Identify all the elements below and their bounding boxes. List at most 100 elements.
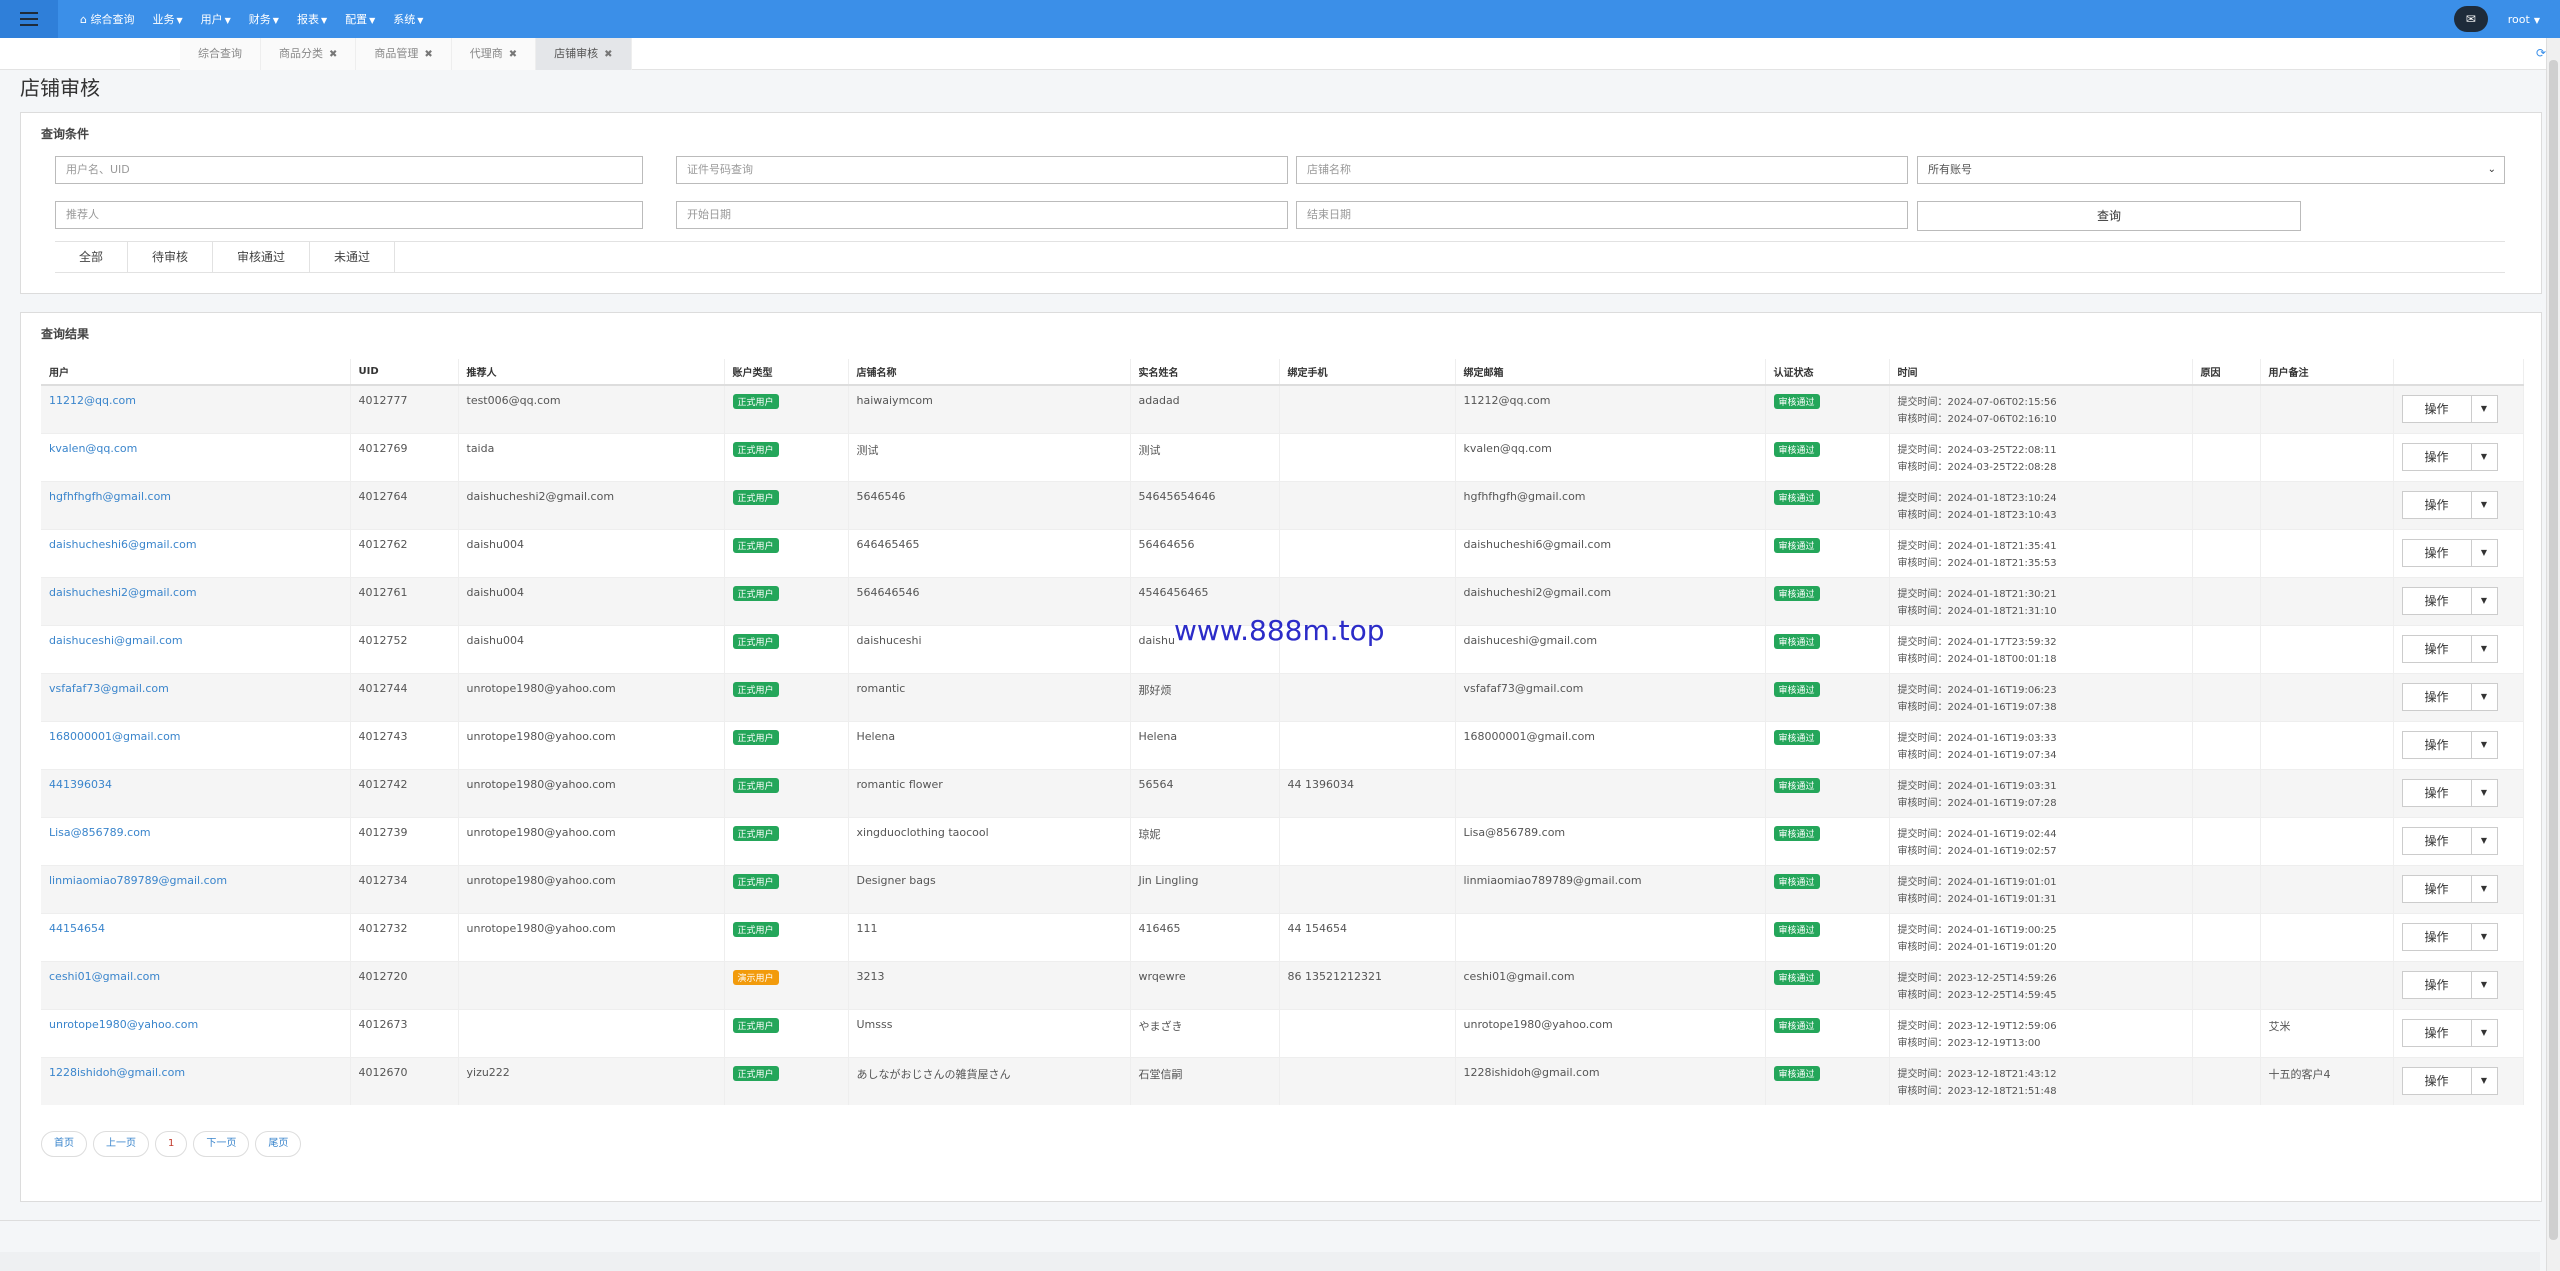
chat-icon[interactable]: ✉ — [2453, 6, 2488, 32]
menu-toggle-button[interactable] — [0, 0, 58, 38]
operation-cell: 操作 ▼ — [2393, 1008, 2524, 1057]
nav-item-6[interactable]: 系统 ▼ — [393, 11, 423, 27]
operation-button[interactable]: 操作 — [2401, 395, 2472, 423]
last-page-button[interactable]: 尾页 — [255, 1131, 302, 1157]
status-tab-3[interactable]: 未通过 — [310, 242, 396, 272]
nav-item-0[interactable]: ⌂ 综合查询 — [80, 11, 134, 27]
operation-button[interactable]: 操作 — [2401, 970, 2472, 999]
real-name-cell: Jin Lingling — [1130, 864, 1280, 913]
chevron-down-icon[interactable]: ▼ — [2471, 538, 2498, 567]
close-icon[interactable]: ✖ — [509, 49, 517, 60]
shop-name-input[interactable]: 店铺名称 — [1296, 156, 1908, 184]
user-link[interactable]: daishucheshi2@gmail.com — [41, 576, 351, 625]
chevron-down-icon[interactable]: ▼ — [2471, 490, 2498, 519]
nav-item-2[interactable]: 用户 ▼ — [201, 11, 231, 27]
first-page-button[interactable]: 首页 — [41, 1131, 87, 1157]
user-link[interactable]: unrotope1980@yahoo.com — [41, 1008, 351, 1057]
operation-button[interactable]: 操作 — [2401, 730, 2472, 759]
status-tab-1[interactable]: 待审核 — [128, 242, 214, 272]
tab-0[interactable]: 综合查询 — [180, 38, 261, 70]
user-search-input[interactable]: 用户名、UID — [55, 156, 643, 184]
chevron-down-icon[interactable]: ▼ — [2471, 442, 2498, 471]
operation-button[interactable]: 操作 — [2401, 490, 2472, 519]
user-link[interactable]: 441396034 — [41, 768, 351, 817]
user-link[interactable]: linmiaomiao789789@gmail.com — [41, 864, 351, 913]
chevron-down-icon[interactable]: ▼ — [2471, 395, 2498, 423]
operation-button[interactable]: 操作 — [2401, 538, 2472, 567]
main-menu: ⌂ 综合查询 业务 ▼ 用户 ▼ 财务 ▼ 报表 ▼ 配置 ▼ 系统 ▼ — [80, 11, 441, 27]
user-link[interactable]: ceshi01@gmail.com — [41, 960, 351, 1009]
page-scrollbar[interactable] — [2546, 38, 2560, 1271]
start-date-input[interactable]: 开始日期 — [676, 201, 1288, 229]
tab-4[interactable]: 店铺审核 ✖ — [536, 38, 632, 70]
chevron-down-icon[interactable]: ▼ — [2471, 970, 2498, 999]
search-button[interactable]: 查询 — [1917, 201, 2301, 231]
status-tab-0[interactable]: 全部 — [55, 242, 129, 272]
chevron-down-icon[interactable]: ▼ — [2471, 826, 2498, 855]
user-menu[interactable]: root ▼ — [2508, 13, 2540, 26]
operation-button[interactable]: 操作 — [2401, 634, 2472, 663]
scrollbar-thumb[interactable] — [2549, 60, 2558, 1240]
chevron-down-icon[interactable]: ▼ — [2471, 922, 2498, 951]
user-link[interactable]: 168000001@gmail.com — [41, 720, 351, 769]
close-icon[interactable]: ✖ — [604, 49, 612, 60]
chevron-down-icon[interactable]: ▼ — [2471, 1018, 2498, 1047]
user-link[interactable]: 11212@qq.com — [41, 384, 351, 433]
close-icon[interactable]: ✖ — [329, 49, 337, 60]
account-type-value: 所有账号 — [1928, 163, 1972, 176]
prev-page-button[interactable]: 上一页 — [93, 1131, 149, 1157]
current-page-button[interactable]: 1 — [155, 1131, 188, 1157]
tab-2[interactable]: 商品管理 ✖ — [356, 38, 452, 70]
user-link[interactable]: daishucheshi6@gmail.com — [41, 528, 351, 577]
chevron-down-icon[interactable]: ▼ — [2471, 1066, 2498, 1095]
status-badge: 审核通过 — [1773, 489, 1820, 505]
tab-1[interactable]: 商品分类 ✖ — [261, 38, 357, 70]
user-link[interactable]: Lisa@856789.com — [41, 816, 351, 865]
submit-time-label: 提交时间： — [1897, 924, 1948, 936]
operation-button[interactable]: 操作 — [2401, 1018, 2472, 1047]
operation-button[interactable]: 操作 — [2401, 778, 2472, 807]
chevron-down-icon[interactable]: ▼ — [2471, 634, 2498, 663]
tab-3[interactable]: 代理商 ✖ — [451, 38, 537, 70]
account-type-select[interactable]: 所有账号 ⌄ — [1917, 156, 2505, 184]
operation-button[interactable]: 操作 — [2401, 826, 2472, 855]
reason-cell — [2192, 528, 2261, 577]
user-link[interactable]: kvalen@qq.com — [41, 432, 351, 481]
operation-button[interactable]: 操作 — [2401, 874, 2472, 903]
referrer-cell: unrotope1980@yahoo.com — [458, 768, 725, 817]
chevron-down-icon[interactable]: ▼ — [2471, 874, 2498, 903]
operation-button[interactable]: 操作 — [2401, 922, 2472, 951]
close-icon[interactable]: ✖ — [424, 49, 432, 60]
next-page-button[interactable]: 下一页 — [193, 1131, 250, 1157]
pagination: 首页 上一页 1 下一页 尾页 — [41, 1131, 307, 1157]
submit-time: 提交时间：2023-12-18T21:43:12 — [1898, 1066, 2192, 1083]
user-link[interactable]: 44154654 — [41, 912, 351, 961]
nav-item-5[interactable]: 配置 ▼ — [345, 11, 375, 27]
chevron-down-icon[interactable]: ▼ — [2471, 586, 2498, 615]
referrer-input[interactable]: 推荐人 — [55, 201, 643, 229]
user-link[interactable]: daishuceshi@gmail.com — [41, 624, 351, 673]
account-type-cell: 正式用户 — [724, 384, 849, 433]
chevron-down-icon[interactable]: ▼ — [2471, 682, 2498, 711]
operation-button[interactable]: 操作 — [2401, 442, 2472, 471]
refresh-icon[interactable]: ⟳ — [2536, 46, 2546, 60]
cert-number-input[interactable]: 证件号码查询 — [676, 156, 1288, 184]
user-link[interactable]: 1228ishidoh@gmail.com — [41, 1056, 351, 1105]
phone-cell — [1279, 480, 1456, 529]
operation-button[interactable]: 操作 — [2401, 682, 2472, 711]
user-link[interactable]: hgfhfhgfh@gmail.com — [41, 480, 351, 529]
uid-cell: 4012762 — [350, 528, 459, 577]
operation-button[interactable]: 操作 — [2401, 586, 2472, 615]
user-link[interactable]: vsfafaf73@gmail.com — [41, 672, 351, 721]
nav-item-1[interactable]: 业务 ▼ — [152, 11, 182, 27]
nav-item-3[interactable]: 财务 ▼ — [249, 11, 279, 27]
column-header: 绑定手机 — [1279, 359, 1456, 386]
nav-item-label: 配置 — [345, 13, 368, 26]
email-cell — [1455, 768, 1766, 817]
nav-item-4[interactable]: 报表 ▼ — [297, 11, 327, 27]
status-tab-2[interactable]: 审核通过 — [213, 242, 311, 272]
chevron-down-icon[interactable]: ▼ — [2471, 730, 2498, 759]
end-date-input[interactable]: 结束日期 — [1296, 201, 1908, 229]
chevron-down-icon[interactable]: ▼ — [2471, 778, 2498, 807]
operation-button[interactable]: 操作 — [2401, 1066, 2472, 1095]
